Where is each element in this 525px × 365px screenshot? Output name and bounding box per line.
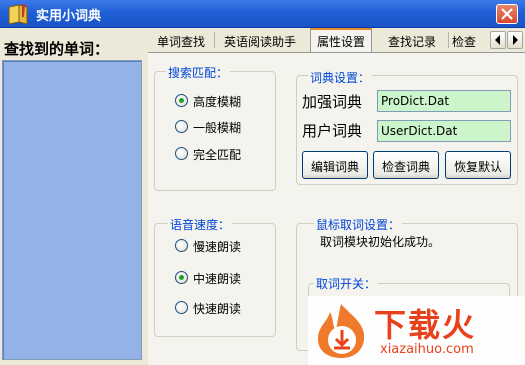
radio-selected-dot — [179, 275, 184, 280]
watermark-brand: 下载火 — [374, 306, 477, 344]
radio-button — [175, 271, 188, 284]
download-site-watermark: 下载火 xiazaihuo.com — [308, 296, 525, 365]
tab-scroll-right-button[interactable] — [507, 31, 523, 49]
restore-default-button[interactable]: 恢复默认 — [445, 151, 511, 179]
radio-label: 完全匹配 — [193, 148, 242, 162]
dictionary-settings-title: 词典设置： — [308, 69, 373, 86]
tab-scroll-left-button[interactable] — [490, 31, 506, 49]
radio-button — [175, 301, 188, 314]
found-words-panel: 查找到的单词： — [0, 28, 148, 365]
check-dictionary-button[interactable]: 检查词典 — [373, 151, 439, 179]
radio-label: 中速朗读 — [193, 272, 242, 286]
mouse-pick-title: 鼠标取词设置： — [314, 216, 403, 233]
search-match-title: 搜索匹配： — [166, 64, 231, 81]
radio-label: 一般模糊 — [193, 121, 242, 135]
radio-button — [175, 120, 188, 133]
radio-label: 慢速朗读 — [193, 240, 242, 254]
tab-divider — [214, 32, 215, 48]
radio-button — [175, 147, 188, 160]
radio-selected-dot — [179, 98, 184, 103]
watermark-url: xiazaihuo.com — [380, 342, 474, 357]
close-button[interactable] — [496, 4, 518, 24]
dictionary-book-icon — [6, 3, 30, 25]
pick-switch-title: 取词开关： — [314, 275, 379, 292]
tab-strip: 单词查找 英语阅读助手 属性设置 查找记录 检查 — [148, 28, 525, 52]
tab-property-settings[interactable]: 属性设置 — [310, 28, 372, 52]
found-words-heading: 查找到的单词： — [4, 40, 110, 58]
flame-logo-icon — [312, 302, 370, 363]
tab-search-history[interactable]: 查找记录 — [380, 30, 444, 50]
tab-check[interactable]: 检查 — [452, 30, 488, 50]
user-dictionary-label: 用户词典 — [302, 122, 363, 140]
user-dictionary-field[interactable]: UserDict.Dat — [377, 120, 511, 142]
pick-module-status: 取词模块初始化成功。 — [320, 235, 441, 249]
radio-label: 快速朗读 — [193, 302, 242, 316]
tab-word-search[interactable]: 单词查找 — [152, 30, 210, 50]
window-title: 实用小词典 — [36, 9, 102, 24]
enhanced-dictionary-label: 加强词典 — [302, 93, 363, 111]
speech-speed-title: 语音速度： — [168, 216, 233, 233]
tab-reading-assistant[interactable]: 英语阅读助手 — [218, 30, 302, 50]
radio-button — [175, 94, 188, 107]
found-words-list[interactable] — [2, 60, 142, 360]
radio-button — [175, 239, 188, 252]
enhanced-dictionary-field[interactable]: ProDict.Dat — [377, 90, 511, 112]
title-bar: 实用小词典 — [0, 0, 525, 28]
tab-divider — [448, 32, 449, 48]
edit-dictionary-button[interactable]: 编辑词典 — [302, 151, 368, 179]
radio-label: 高度模糊 — [193, 95, 242, 109]
